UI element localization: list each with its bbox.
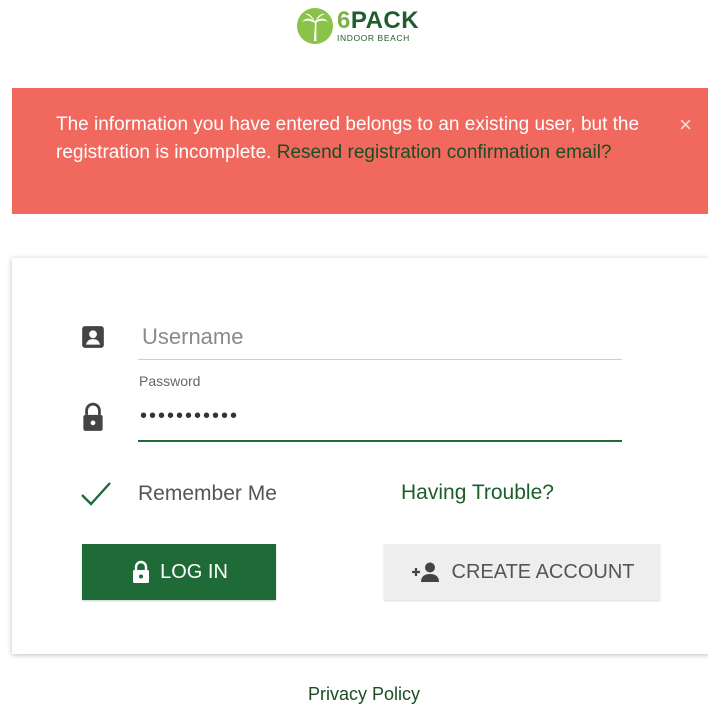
password-label: Password [139,373,201,389]
error-alert: The information you have entered belongs… [12,88,708,214]
login-card: Password Remember Me Having Trouble? [12,258,708,654]
create-account-label: CREATE ACCOUNT [451,560,635,583]
account-box-icon [80,324,106,350]
logo-subtitle: INDOOR BEACH [337,33,410,44]
having-trouble-link[interactable]: Having Trouble? [401,481,554,505]
password-input[interactable] [138,392,622,442]
login-button-label: LOG IN [160,560,228,583]
logo-title: 6PACK [337,7,420,35]
username-input[interactable] [138,314,622,360]
palm-tree-icon [297,8,333,44]
login-button[interactable]: LOG IN [82,544,276,600]
create-account-button[interactable]: CREATE ACCOUNT [384,544,660,600]
lock-icon [130,560,152,584]
privacy-policy-link[interactable]: Privacy Policy [0,684,708,705]
remember-me-label: Remember Me [138,482,277,505]
close-icon[interactable]: × [679,114,692,136]
brand-logo: 6PACK INDOOR BEACH [297,8,419,44]
lock-icon [80,402,106,431]
login-page: 6PACK INDOOR BEACH The information you h… [0,0,708,708]
checkmark-icon[interactable] [80,478,112,510]
remember-me-toggle[interactable]: Remember Me [80,478,277,510]
add-person-icon [410,561,442,583]
resend-confirmation-link[interactable]: Resend registration confirmation email? [277,142,612,163]
